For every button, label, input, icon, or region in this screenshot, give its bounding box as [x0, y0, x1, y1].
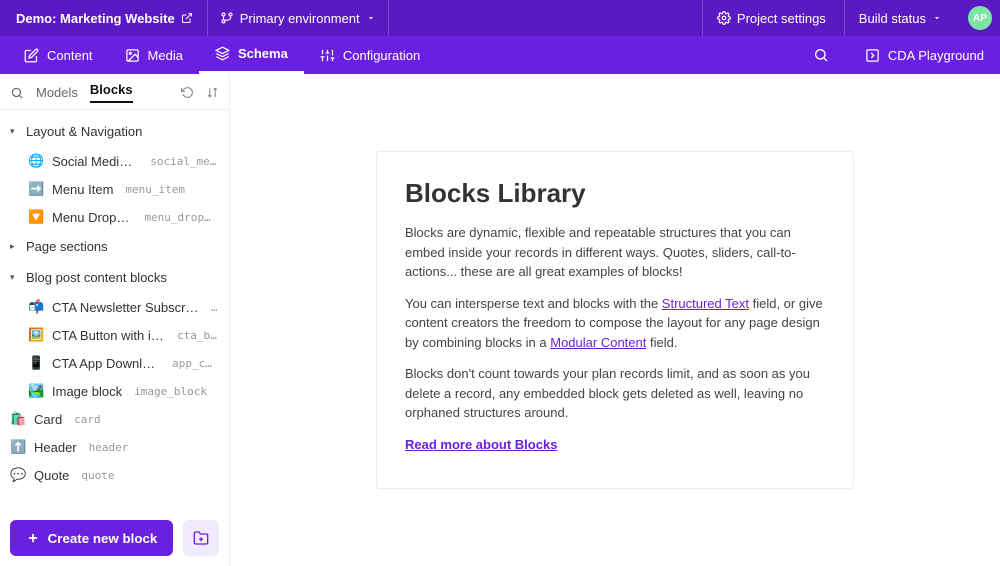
caret-icon: ▾: [10, 272, 20, 283]
item-icon: ➡️: [28, 181, 44, 197]
project-settings-label: Project settings: [737, 11, 826, 26]
nav-label: Media: [148, 48, 183, 63]
nav-schema[interactable]: Schema: [199, 36, 304, 74]
item-icon: 💬: [10, 467, 26, 483]
structured-text-link[interactable]: Structured Text: [662, 296, 749, 311]
build-status-button[interactable]: Build status: [844, 0, 956, 36]
sidebar-item[interactable]: ⬆️ Header header: [0, 433, 225, 461]
item-api-key: menu_dropdown: [144, 211, 217, 224]
avatar[interactable]: AP: [968, 6, 992, 30]
intro-paragraph: Blocks are dynamic, flexible and repeata…: [405, 223, 825, 282]
search-icon[interactable]: [801, 47, 841, 63]
sidebar-item[interactable]: 🛍️ Card card: [0, 405, 225, 433]
branch-icon: [220, 11, 234, 25]
sidebar-tab-models[interactable]: Models: [36, 85, 78, 100]
create-folder-button[interactable]: [183, 520, 219, 556]
layers-icon: [215, 46, 230, 61]
sidebar-group[interactable]: ▸ Page sections: [0, 231, 225, 262]
item-label: Menu Dropdown: [52, 210, 132, 225]
item-api-key: card: [74, 413, 101, 426]
sort-icon[interactable]: [206, 86, 219, 99]
item-label: Header: [34, 440, 77, 455]
nav-label: Configuration: [343, 48, 420, 63]
item-icon: 🛍️: [10, 411, 26, 427]
search-icon[interactable]: [10, 86, 24, 100]
group-label: Layout & Navigation: [26, 124, 142, 139]
sidebar-group[interactable]: ▾ Layout & Navigation: [0, 116, 225, 147]
nav-label: Content: [47, 48, 93, 63]
project-settings-button[interactable]: Project settings: [702, 0, 840, 36]
item-label: Menu Item: [52, 182, 113, 197]
item-api-key: menu_item: [125, 183, 185, 196]
blocks-library-card: Blocks Library Blocks are dynamic, flexi…: [376, 151, 854, 489]
external-link-icon[interactable]: [181, 12, 193, 24]
item-icon: 🌐: [28, 153, 44, 169]
sidebar-item[interactable]: 🏞️ Image block image_block: [0, 377, 225, 405]
item-label: CTA Newsletter Subscription: [52, 300, 199, 315]
group-label: Page sections: [26, 239, 108, 254]
item-icon: 📬: [28, 299, 44, 315]
item-icon: 📱: [28, 355, 44, 371]
image-icon: [125, 48, 140, 63]
nav-configuration[interactable]: Configuration: [304, 36, 436, 74]
structured-text-paragraph: You can intersperse text and blocks with…: [405, 294, 825, 353]
sidebar-item[interactable]: 🖼️ CTA Button with image cta_bu…: [0, 321, 225, 349]
page-title: Blocks Library: [405, 178, 825, 209]
folder-plus-icon: [193, 530, 209, 546]
read-more-link[interactable]: Read more about Blocks: [405, 437, 557, 452]
environment-switcher[interactable]: Primary environment: [207, 0, 389, 36]
item-api-key: social_medi…: [150, 155, 217, 168]
item-label: CTA App Download: [52, 356, 160, 371]
item-api-key: quote: [81, 469, 114, 482]
cda-playground-label: CDA Playground: [888, 48, 984, 63]
sliders-icon: [320, 48, 335, 63]
pencil-icon: [24, 48, 39, 63]
item-icon: 🖼️: [28, 327, 44, 343]
avatar-initials: AP: [973, 13, 987, 24]
nav-media[interactable]: Media: [109, 36, 199, 74]
nav-label: Schema: [238, 46, 288, 61]
cda-playground-button[interactable]: CDA Playground: [849, 36, 992, 74]
sidebar-item[interactable]: 🔽 Menu Dropdown menu_dropdown: [0, 203, 225, 231]
item-api-key: app_cta: [172, 357, 217, 370]
item-icon: ⬆️: [10, 439, 26, 455]
history-icon[interactable]: [181, 86, 194, 99]
limits-paragraph: Blocks don't count towards your plan rec…: [405, 364, 825, 423]
chevron-down-icon: [932, 13, 942, 23]
create-block-label: Create new block: [48, 531, 158, 546]
sidebar-tab-blocks[interactable]: Blocks: [90, 82, 133, 103]
environment-label: Primary environment: [240, 11, 360, 26]
item-label: Image block: [52, 384, 122, 399]
sidebar-item[interactable]: 📬 CTA Newsletter Subscription …: [0, 293, 225, 321]
chevron-down-icon: [366, 13, 376, 23]
sidebar-item[interactable]: 📱 CTA App Download app_cta: [0, 349, 225, 377]
project-title: Demo: Marketing Website: [8, 11, 201, 26]
plus-icon: [26, 531, 40, 545]
caret-icon: ▸: [10, 241, 20, 252]
item-api-key: cta_bu…: [177, 329, 217, 342]
sidebar-item[interactable]: ➡️ Menu Item menu_item: [0, 175, 225, 203]
item-label: Social Media Icon: [52, 154, 138, 169]
sidebar-item[interactable]: 💬 Quote quote: [0, 461, 225, 489]
item-label: Quote: [34, 468, 69, 483]
item-api-key: …: [211, 301, 217, 314]
item-api-key: header: [89, 441, 129, 454]
gear-icon: [717, 11, 731, 25]
sidebar: Models Blocks ▾ Layout & Navigation 🌐 Socia…: [0, 74, 230, 566]
project-title-text: Demo: Marketing Website: [16, 11, 175, 26]
nav-content[interactable]: Content: [8, 36, 109, 74]
playground-icon: [865, 48, 880, 63]
item-api-key: image_block: [134, 385, 207, 398]
modular-content-link[interactable]: Modular Content: [550, 335, 646, 350]
caret-icon: ▾: [10, 126, 20, 137]
sidebar-item[interactable]: 🌐 Social Media Icon social_medi…: [0, 147, 225, 175]
create-block-button[interactable]: Create new block: [10, 520, 173, 556]
item-icon: 🔽: [28, 209, 44, 225]
item-icon: 🏞️: [28, 383, 44, 399]
item-label: Card: [34, 412, 62, 427]
build-status-label: Build status: [859, 11, 926, 26]
group-label: Blog post content blocks: [26, 270, 167, 285]
sidebar-group[interactable]: ▾ Blog post content blocks: [0, 262, 225, 293]
item-label: CTA Button with image: [52, 328, 165, 343]
